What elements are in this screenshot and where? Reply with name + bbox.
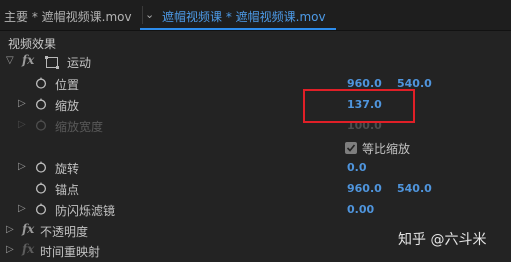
effect-name-time-remap: 时间重映射 [40,245,101,259]
expand-closed-icon[interactable]: ▷ [18,203,26,214]
active-tab-indicator [140,28,336,30]
anchor-y-value[interactable]: 540.0 [397,182,432,195]
checkmark-icon [346,144,356,152]
expand-closed-icon: ▷ [18,119,26,130]
effect-name-opacity: 不透明度 [40,225,89,239]
expand-closed-icon[interactable]: ▷ [18,161,26,172]
property-row-anti-flicker: ▷ 防闪烁滤镜 0.00 [0,200,511,221]
property-row-rotation: ▷ 旋转 0.0 [0,158,511,179]
fx-toggle-icon[interactable]: fx [22,53,34,67]
property-label-rotation: 旋转 [55,162,80,176]
stopwatch-icon[interactable] [35,182,47,194]
expand-closed-icon[interactable]: ▷ [18,98,26,109]
watermark: 知乎 @六斗米 [398,232,487,248]
effect-name-motion: 运动 [67,56,92,70]
property-label-scale-width: 缩放宽度 [55,120,104,134]
property-label-position: 位置 [55,78,80,92]
stopwatch-icon[interactable] [35,98,47,110]
uniform-scale-row: 等比缩放 [0,138,511,159]
rotation-value[interactable]: 0.0 [347,161,367,174]
uniform-scale-label: 等比缩放 [362,142,411,156]
uniform-scale-checkbox[interactable] [345,142,357,154]
property-label-anchor: 锚点 [55,183,80,197]
property-label-anti-flicker: 防闪烁滤镜 [55,204,116,218]
property-row-anchor: 锚点 960.0 540.0 [0,179,511,200]
tab-sequence[interactable]: 遮帽视频课 * 遮帽视频课.mov [162,8,326,25]
annotation-highlight-box [303,89,415,123]
stopwatch-icon [35,119,47,131]
tab-divider [142,6,143,24]
property-row-position: 位置 960.0 540.0 [0,74,511,95]
tab-source[interactable]: 主要 * 遮帽视频课.mov [4,8,132,25]
chevron-down-icon[interactable]: ⌄ [145,8,154,21]
anchor-x-value[interactable]: 960.0 [347,182,382,195]
stopwatch-icon[interactable] [35,77,47,89]
property-row-scale-width: ▷ 缩放宽度 100.0 [0,116,511,137]
expand-open-icon[interactable]: ▽ [6,55,14,66]
stopwatch-icon[interactable] [35,161,47,173]
expand-closed-icon[interactable]: ▷ [6,224,14,235]
transform-mask-icon[interactable] [45,56,59,69]
video-effects-heading: 视频效果 [8,37,57,51]
fx-toggle-icon[interactable]: fx [22,222,34,236]
fx-toggle-icon[interactable]: fx [22,242,34,256]
panel-tab-bar: 主要 * 遮帽视频课.mov ⌄ 遮帽视频课 * 遮帽视频课.mov [0,0,511,31]
stopwatch-icon[interactable] [35,203,47,215]
effect-row-motion: ▽ fx 运动 [0,52,511,73]
property-label-scale: 缩放 [55,99,80,113]
anti-flicker-value[interactable]: 0.00 [347,203,374,216]
expand-closed-icon[interactable]: ▷ [6,244,14,255]
property-row-scale: ▷ 缩放 137.0 [0,95,511,116]
